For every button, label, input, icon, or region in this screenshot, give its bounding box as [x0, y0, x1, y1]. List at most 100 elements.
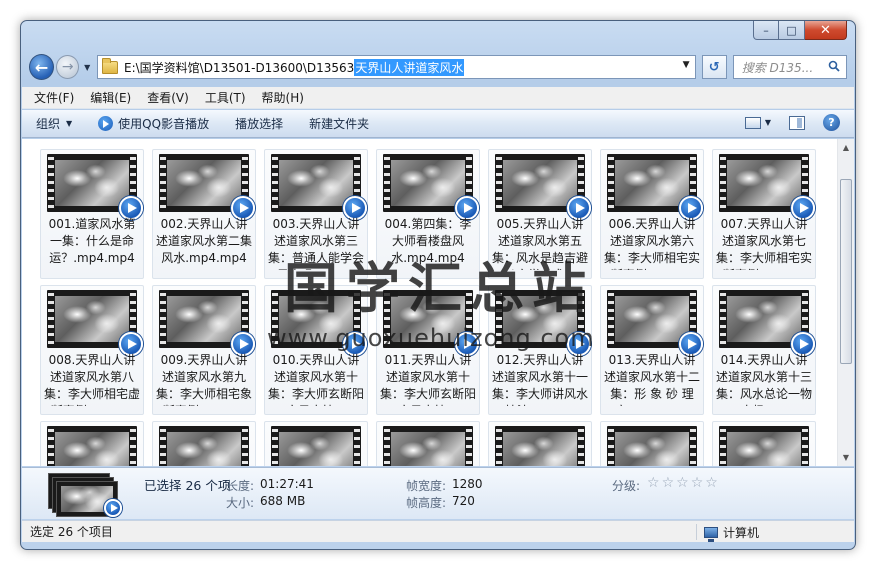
help-icon[interactable]: ? [823, 114, 840, 131]
refresh-icon: ↺ [708, 59, 720, 75]
menu-file[interactable]: 文件(F) [34, 89, 74, 106]
star-icon[interactable]: ☆ [676, 476, 689, 490]
address-path[interactable]: E:\国学资料馆\D13501-D13600\D13563 [124, 59, 354, 76]
length-value: 01:27:41 [260, 477, 314, 491]
file-name: 008.天界山人讲述道家风水第八集：李大师相宅虚断案例三.mp... [43, 353, 140, 406]
star-icon[interactable]: ☆ [647, 476, 660, 490]
file-name: 009.天界山人讲述道家风水第九集：李大师相宅象断案例四.mp... [155, 353, 252, 406]
address-selected-text[interactable]: 天界山人讲道家风水 [354, 58, 465, 76]
file-name: 007.天界山人讲述道家风水第七集：李大师相宅实断案例二.mp... [715, 217, 812, 270]
menu-bar: 文件(F) 编辑(E) 查看(V) 工具(T) 帮助(H) [22, 87, 854, 109]
star-icon[interactable]: ☆ [662, 476, 675, 490]
file-tile[interactable]: 004.第四集：李大师看楼盘风水.mp4.mp4 [376, 149, 480, 279]
details-pane: 已选择 26 个项 长度: 01:27:41 大小: 688 MB 帧宽度: 1… [22, 467, 854, 519]
star-icon[interactable]: ☆ [691, 476, 704, 490]
preview-pane-icon[interactable] [789, 115, 805, 130]
view-controls: ▼ ? [744, 114, 840, 131]
video-thumbnail [495, 426, 585, 466]
computer-icon [704, 527, 718, 542]
refresh-button[interactable]: ↺ [701, 55, 727, 79]
file-tile[interactable]: 006.天界山人讲述道家风水第六集：李大师相宅实断案例一.mp... [600, 149, 704, 279]
status-bar: 选定 26 个项目 计算机 [22, 520, 854, 542]
address-bar[interactable]: E:\国学资料馆\D13501-D13600\D13563 天界山人讲道家风水 … [96, 55, 696, 79]
command-bar: 组织 ▼ 使用QQ影音播放 播放选择 新建文件夹 ▼ ? [22, 110, 854, 138]
video-thumbnail [159, 426, 249, 466]
new-folder-label: 新建文件夹 [309, 117, 370, 131]
file-name: 012.天界山人讲述道家风水第十一集：李大师讲风水技法.mp4.... [491, 353, 588, 406]
file-tile[interactable] [376, 421, 480, 466]
scrollbar-thumb[interactable] [840, 179, 852, 364]
play-with-qq-label: 使用QQ影音播放 [118, 117, 210, 131]
video-thumbnail [719, 426, 809, 466]
close-button[interactable]: ✕ [805, 21, 847, 40]
arrow-right-icon: → [61, 59, 74, 75]
file-tile[interactable] [600, 421, 704, 466]
file-name: 002.天界山人讲述道家风水第二集风水.mp4.mp4 [155, 217, 252, 265]
frame-width-value: 1280 [452, 477, 483, 491]
file-tile[interactable]: 005.天界山人讲述道家风水第五集：风水是趋吉避凶之学五术... [488, 149, 592, 279]
frame-width-label: 帧宽度: [405, 479, 446, 493]
file-tile[interactable]: 007.天界山人讲述道家风水第七集：李大师相宅实断案例二.mp... [712, 149, 816, 279]
file-tile[interactable]: 010.天界山人讲述道家风水第十集：李大师玄断阳宅风水技... [264, 285, 368, 415]
forward-button[interactable]: → [56, 55, 80, 79]
scroll-down-icon[interactable]: ▼ [838, 449, 854, 466]
play-with-qq-button[interactable]: 使用QQ影音播放 [98, 115, 209, 132]
file-tile[interactable]: 002.天界山人讲述道家风水第二集风水.mp4.mp4 [152, 149, 256, 279]
menu-help[interactable]: 帮助(H) [262, 89, 304, 106]
qq-player-icon [104, 499, 122, 517]
file-tile[interactable] [712, 421, 816, 466]
file-tile[interactable]: 008.天界山人讲述道家风水第八集：李大师相宅虚断案例三.mp... [40, 285, 144, 415]
file-tile[interactable]: 012.天界山人讲述道家风水第十一集：李大师讲风水技法.mp4.... [488, 285, 592, 415]
file-tile[interactable] [40, 421, 144, 466]
video-thumbnail [271, 426, 361, 466]
file-name: 005.天界山人讲述道家风水第五集：风水是趋吉避凶之学五术... [491, 217, 588, 270]
file-name: 003.天界山人讲述道家风水第三集：普通人能学会风水吗.mp4... [267, 217, 364, 270]
new-folder-button[interactable]: 新建文件夹 [309, 115, 369, 132]
organize-button[interactable]: 组织 ▼ [36, 115, 72, 132]
file-list: 001.道家风水第一集：什么是命运？.mp4.mp4 002.天界山人讲述道家风… [22, 139, 854, 466]
status-location: 计算机 [704, 524, 759, 542]
vertical-scrollbar[interactable]: ▲ ▼ [837, 139, 854, 466]
file-name: 013.天界山人讲述道家风水第十二集：形 象 砂 理 定.mp4.mp4 [603, 353, 700, 406]
file-name: 014.天界山人讲述道家风水第十三集：风水总论一物一太极.mp... [715, 353, 812, 406]
maximize-button[interactable]: □ [779, 21, 805, 40]
folder-icon [101, 57, 118, 74]
back-button[interactable]: ← [29, 54, 55, 80]
file-tile[interactable]: 003.天界山人讲述道家风水第三集：普通人能学会风水吗.mp4... [264, 149, 368, 279]
rating-stars[interactable]: ☆ ☆ ☆ ☆ ☆ [647, 476, 720, 490]
frame-height-value: 720 [452, 494, 475, 508]
search-input[interactable]: 搜索 D135... [732, 55, 847, 79]
selection-thumbnail [48, 473, 122, 517]
view-options-dropdown[interactable]: ▼ [765, 118, 771, 127]
change-view-icon[interactable] [744, 116, 761, 129]
file-tile[interactable] [488, 421, 592, 466]
menu-edit[interactable]: 编辑(E) [90, 89, 131, 106]
caption-buttons: – □ ✕ [753, 21, 847, 41]
file-tile[interactable]: 014.天界山人讲述道家风水第十三集：风水总论一物一太极.mp... [712, 285, 816, 415]
file-tile[interactable]: 013.天界山人讲述道家风水第十二集：形 象 砂 理 定.mp4.mp4 [600, 285, 704, 415]
file-tile[interactable]: 001.道家风水第一集：什么是命运？.mp4.mp4 [40, 149, 144, 279]
play-selection-button[interactable]: 播放选择 [235, 115, 283, 132]
navigation-bar: ← → ▼ E:\国学资料馆\D13501-D13600\D13563 天界山人… [29, 51, 847, 83]
file-tile[interactable]: 011.天界山人讲述道家风水第十集：李大师玄断阳宅风水技... [376, 285, 480, 415]
size-value: 688 MB [260, 494, 306, 508]
chevron-down-icon: ▼ [66, 119, 73, 128]
search-icon[interactable] [828, 60, 840, 72]
video-thumbnail [607, 426, 697, 466]
file-name: 006.天界山人讲述道家风水第六集：李大师相宅实断案例一.mp... [603, 217, 700, 270]
file-name: 001.道家风水第一集：什么是命运？.mp4.mp4 [48, 217, 136, 265]
file-tile[interactable] [152, 421, 256, 466]
file-tile[interactable] [264, 421, 368, 466]
qq-player-icon [98, 116, 114, 131]
recent-pages-dropdown[interactable]: ▼ [81, 63, 93, 72]
menu-view[interactable]: 查看(V) [147, 89, 189, 106]
menu-tools[interactable]: 工具(T) [205, 89, 246, 106]
file-name: 004.第四集：李大师看楼盘风水.mp4.mp4 [384, 217, 472, 265]
star-icon[interactable]: ☆ [705, 476, 718, 490]
address-dropdown-icon[interactable]: ▼ [683, 60, 690, 70]
size-label: 大小: [225, 496, 254, 510]
length-label: 长度: [225, 479, 254, 493]
minimize-button[interactable]: – [753, 21, 779, 40]
scroll-up-icon[interactable]: ▲ [838, 139, 854, 156]
file-tile[interactable]: 009.天界山人讲述道家风水第九集：李大师相宅象断案例四.mp... [152, 285, 256, 415]
